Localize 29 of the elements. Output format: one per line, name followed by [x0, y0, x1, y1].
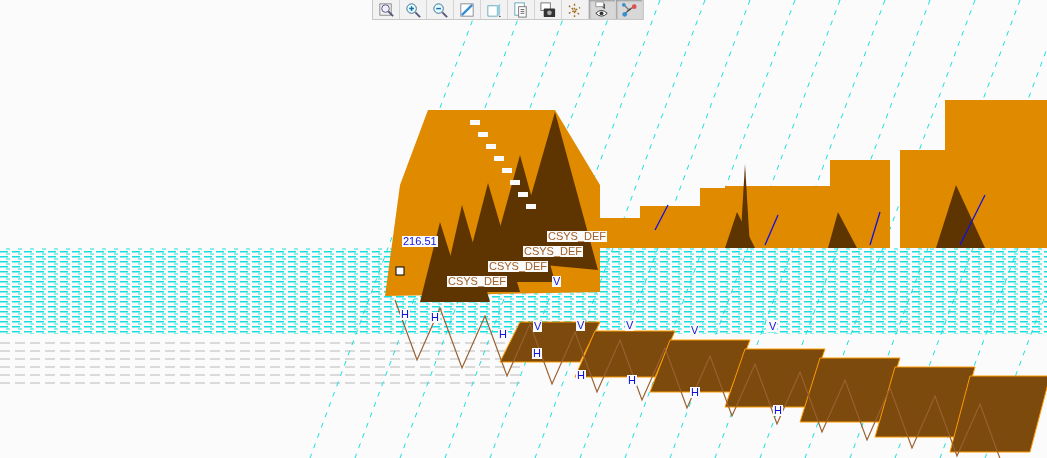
csys-marker-icon	[395, 266, 405, 276]
datum-label: V	[690, 325, 700, 336]
datum-label: V	[576, 320, 586, 331]
csys-label: CSYS_DEF	[523, 246, 584, 257]
datum-label: V	[552, 276, 562, 287]
network-icon	[620, 0, 638, 19]
datum-label: V	[533, 321, 543, 332]
datum-label: V	[768, 321, 778, 332]
csys-label: CSYS_DEF	[447, 276, 508, 287]
camera-icon	[539, 0, 557, 19]
datum-label: H	[400, 309, 410, 320]
toolbar-button[interactable]	[589, 0, 616, 19]
zoom-in-icon	[404, 0, 422, 19]
repaint-icon	[458, 0, 476, 19]
csys-label: CSYS_DEF	[547, 231, 608, 242]
datum-label: H	[773, 405, 783, 416]
datum-label: V	[625, 320, 635, 331]
datum-label: H	[498, 329, 508, 340]
eye-icon	[593, 0, 611, 19]
dimension-label: 216.51	[402, 236, 438, 247]
datum-label: H	[430, 312, 440, 323]
zoom-window-icon	[377, 0, 395, 19]
datum-label: H	[627, 375, 637, 386]
zoom-out-icon	[431, 0, 449, 19]
csys-label: CSYS_DEF	[488, 261, 549, 272]
document-icon	[512, 0, 530, 19]
datum-label: H	[576, 370, 586, 381]
datum-label: H	[690, 387, 700, 398]
datum-label: H	[532, 348, 542, 359]
